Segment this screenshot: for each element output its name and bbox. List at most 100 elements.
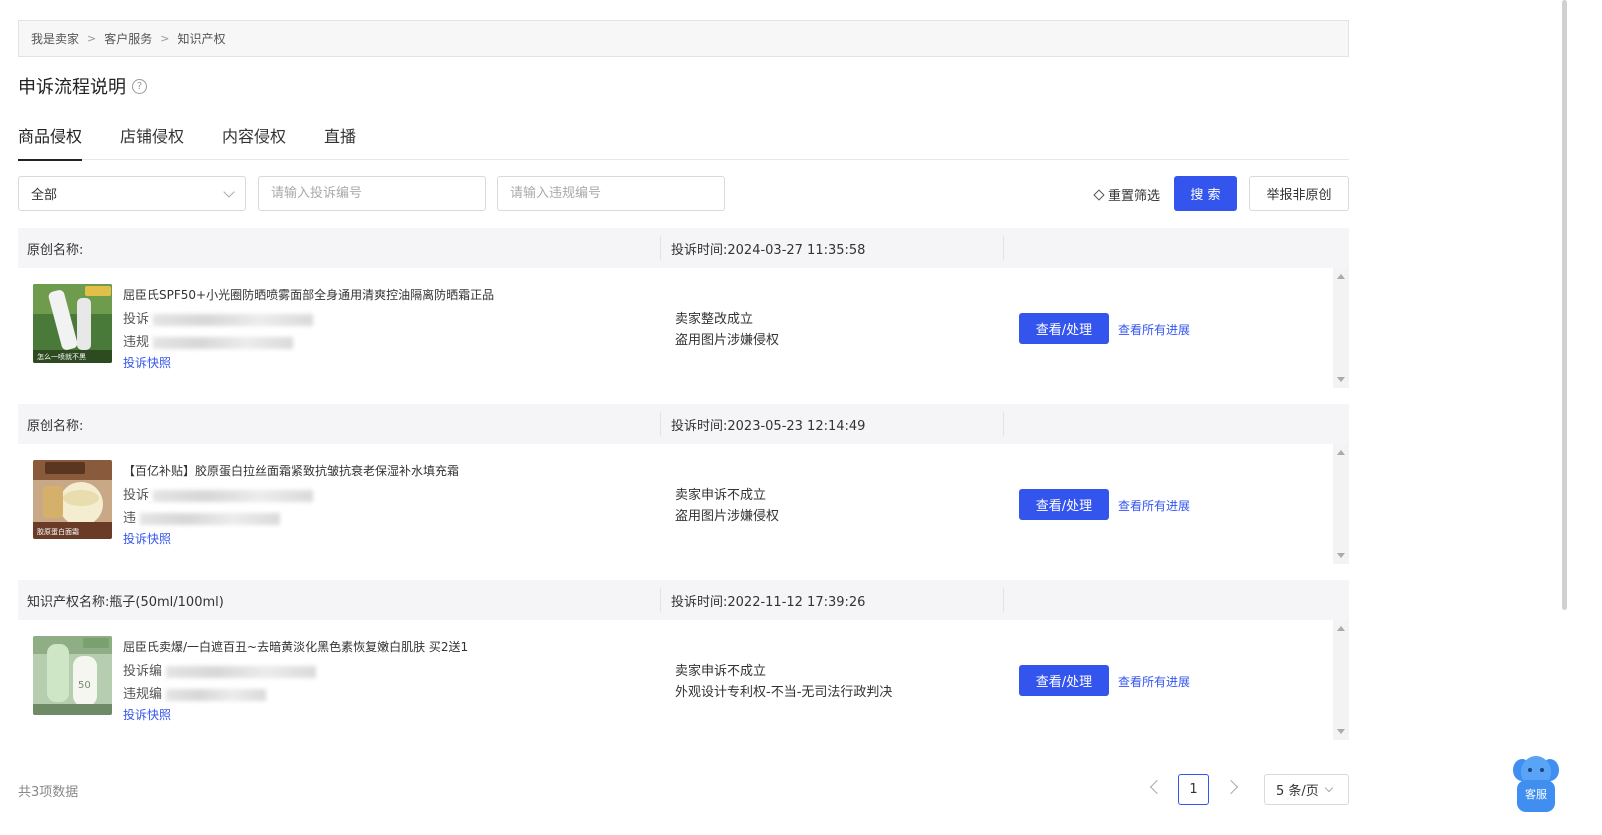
product-thumbnail[interactable]: 胶原蛋白面霜	[33, 460, 112, 539]
page-size-select[interactable]: 5 条/页	[1264, 774, 1349, 805]
eraser-icon	[1093, 188, 1105, 201]
page-size-value: 5 条/页	[1276, 784, 1319, 799]
thumbnail-caption: 50	[78, 680, 91, 691]
scroll-up-icon[interactable]	[1337, 274, 1345, 279]
record-body: 50 屈臣氏卖爆/一白遮百丑~去暗黄淡化黑色素恢复嫩白肌肤 买2送1 投诉编 违…	[18, 620, 1349, 740]
complaint-number: 投诉编	[123, 660, 317, 679]
violation-number-label: 违规编	[123, 687, 163, 702]
search-button[interactable]: 搜 索	[1174, 176, 1237, 211]
complaint-snapshot-link[interactable]: 投诉快照	[123, 706, 171, 723]
elephant-mascot-icon	[1513, 756, 1559, 812]
header-divider	[1003, 412, 1004, 436]
scroll-up-icon[interactable]	[1337, 450, 1345, 455]
help-icon[interactable]: ?	[132, 78, 147, 94]
original-name: 原创名称:	[27, 242, 84, 258]
breadcrumb-item-ip: 知识产权	[177, 32, 226, 46]
violation-number-label: 违	[123, 511, 137, 526]
status-result: 卖家申诉不成立	[675, 488, 767, 503]
complaint-time: 投诉时间:2024-03-27 11:35:58	[660, 236, 1003, 260]
reset-filter-button[interactable]: 重置筛选	[1093, 185, 1161, 204]
header-divider	[1003, 588, 1004, 612]
record-header: 原创名称: 投诉时间:2024-03-27 11:35:58	[18, 228, 1349, 268]
status-reason: 盗用图片涉嫌侵权	[675, 509, 780, 524]
customer-service-button[interactable]: 客服	[1513, 754, 1559, 812]
page-number-current[interactable]: 1	[1178, 774, 1209, 805]
filter-bar: 全部 重置筛选 搜 索 举报非原创	[18, 176, 1349, 212]
complaint-record: 原创名称: 投诉时间:2023-05-23 12:14:49 胶原蛋白面霜 【百…	[18, 404, 1349, 564]
redacted-value	[166, 688, 267, 701]
report-non-original-button[interactable]: 举报非原创	[1249, 176, 1349, 211]
redacted-value	[153, 489, 314, 502]
scroll-down-icon[interactable]	[1337, 729, 1345, 734]
status-result: 卖家整改成立	[675, 312, 754, 327]
view-handle-button[interactable]: 查看/处理	[1019, 665, 1109, 696]
header-divider	[1003, 236, 1004, 260]
goods-title[interactable]: 屈臣氏SPF50+小光圈防晒喷雾面部全身通用清爽控油隔离防晒霜正品	[123, 286, 494, 303]
record-header: 知识产权名称:瓶子(50ml/100ml) 投诉时间:2022-11-12 17…	[18, 580, 1349, 620]
tab-content-infringement[interactable]: 内容侵权	[222, 120, 286, 160]
redacted-value	[153, 336, 294, 349]
breadcrumb-item-seller[interactable]: 我是卖家	[31, 30, 79, 47]
status-result: 卖家申诉不成立	[675, 664, 767, 679]
thumbnail-caption: 怎么一喷就不黑	[37, 352, 86, 361]
breadcrumb-separator: >	[87, 32, 97, 45]
complaint-snapshot-link[interactable]: 投诉快照	[123, 530, 171, 547]
scroll-up-icon[interactable]	[1337, 626, 1345, 631]
original-name: 原创名称:	[27, 418, 84, 434]
status-select-value: 全部	[31, 188, 58, 203]
view-all-progress-link[interactable]: 查看所有进展	[1118, 497, 1190, 514]
complaint-number: 投诉	[123, 484, 314, 503]
view-all-progress-link[interactable]: 查看所有进展	[1118, 673, 1190, 690]
complaint-snapshot-link[interactable]: 投诉快照	[123, 354, 171, 371]
complaint-number: 投诉	[123, 308, 314, 327]
record-scrollbar[interactable]	[1333, 444, 1349, 564]
tab-live[interactable]: 直播	[324, 120, 356, 160]
goods-title[interactable]: 【百亿补贴】胶原蛋白拉丝面霜紧致抗皱抗衰老保湿补水填充霜	[123, 462, 459, 479]
complaint-record: 原创名称: 投诉时间:2024-03-27 11:35:58 怎么一喷就不黑 屈…	[18, 228, 1349, 388]
view-all-progress-link[interactable]: 查看所有进展	[1118, 321, 1190, 338]
scroll-down-icon[interactable]	[1337, 377, 1345, 382]
complaint-number-label: 投诉	[123, 488, 150, 503]
breadcrumb-separator: >	[160, 32, 170, 45]
page-title: 申诉流程说明 ?	[18, 73, 147, 99]
view-handle-button[interactable]: 查看/处理	[1019, 313, 1109, 344]
page-scrollbar[interactable]	[1562, 0, 1567, 610]
record-body: 怎么一喷就不黑 屈臣氏SPF50+小光圈防晒喷雾面部全身通用清爽控油隔离防晒霜正…	[18, 268, 1349, 388]
violation-number: 违	[123, 507, 281, 526]
violation-number: 违规编	[123, 683, 267, 702]
redacted-value	[153, 313, 314, 326]
reset-filter-label: 重置筛选	[1108, 189, 1161, 204]
scroll-down-icon[interactable]	[1337, 553, 1345, 558]
record-scrollbar[interactable]	[1333, 620, 1349, 740]
status-select[interactable]: 全部	[18, 176, 246, 211]
page-title-text: 申诉流程说明	[18, 77, 126, 98]
complaint-number-input[interactable]	[258, 176, 486, 211]
complaint-number-label: 投诉编	[123, 664, 163, 679]
breadcrumb: 我是卖家 > 客户服务 > 知识产权	[18, 20, 1349, 57]
record-scrollbar[interactable]	[1333, 268, 1349, 388]
tab-bar: 商品侵权 店铺侵权 内容侵权 直播	[18, 120, 1349, 161]
violation-number-input[interactable]	[497, 176, 725, 211]
goods-title[interactable]: 屈臣氏卖爆/一白遮百丑~去暗黄淡化黑色素恢复嫩白肌肤 买2送1	[123, 638, 468, 655]
tab-goods-infringement[interactable]: 商品侵权	[18, 120, 83, 161]
chevron-right-icon[interactable]	[1223, 779, 1239, 795]
view-handle-button[interactable]: 查看/处理	[1019, 489, 1109, 520]
chevron-down-icon	[223, 185, 235, 198]
status-reason: 外观设计专利权-不当-无司法行政判决	[675, 685, 893, 700]
breadcrumb-item-customer-service[interactable]: 客户服务	[104, 30, 152, 47]
product-thumbnail[interactable]: 怎么一喷就不黑	[33, 284, 112, 363]
thumbnail-caption: 胶原蛋白面霜	[37, 527, 79, 536]
tab-store-infringement[interactable]: 店铺侵权	[120, 120, 184, 160]
chevron-down-icon	[1324, 783, 1334, 792]
record-body: 胶原蛋白面霜 【百亿补贴】胶原蛋白拉丝面霜紧致抗皱抗衰老保湿补水填充霜 投诉 违…	[18, 444, 1349, 564]
complaint-time: 投诉时间:2023-05-23 12:14:49	[660, 412, 1003, 436]
complaint-time: 投诉时间:2022-11-12 17:39:26	[660, 588, 1003, 612]
record-status: 卖家整改成立 盗用图片涉嫌侵权	[675, 309, 779, 351]
record-status: 卖家申诉不成立 外观设计专利权-不当-无司法行政判决	[675, 661, 892, 703]
violation-number: 违规	[123, 331, 294, 350]
status-reason: 盗用图片涉嫌侵权	[675, 333, 780, 348]
record-status: 卖家申诉不成立 盗用图片涉嫌侵权	[675, 485, 779, 527]
customer-service-label: 客服	[1525, 788, 1547, 801]
chevron-left-icon[interactable]	[1149, 779, 1165, 795]
product-thumbnail[interactable]: 50	[33, 636, 112, 715]
